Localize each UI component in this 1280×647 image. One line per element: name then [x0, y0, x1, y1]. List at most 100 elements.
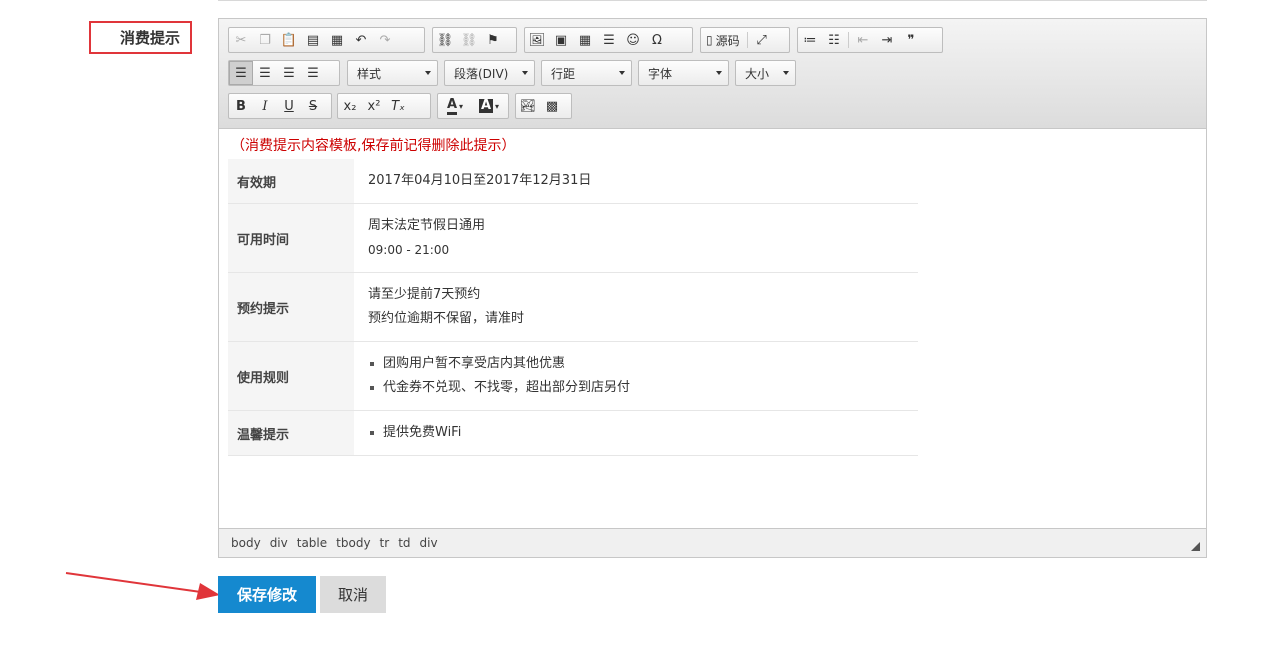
undo-icon[interactable]: ↶: [349, 28, 373, 52]
font-color-letter: A: [446, 97, 458, 115]
source-group: ▯ 源码 ⤢: [700, 27, 790, 53]
line-height-select-value: 行距: [551, 66, 576, 81]
path-item[interactable]: table: [297, 536, 327, 550]
line-height-select[interactable]: 行距: [541, 60, 632, 86]
qrcode-icon[interactable]: ▩: [540, 94, 564, 118]
table-row: 使用规则 团购用户暂不享受店内其他优惠 代金券不兑现、不找零，超出部分到店另付: [228, 341, 918, 411]
style-select-value: 样式: [357, 66, 382, 81]
value-line: 周末法定节假日通用: [368, 218, 486, 233]
list-item: 代金券不兑现、不找零，超出部分到店另付: [368, 376, 904, 400]
outdent-icon[interactable]: ⇤: [851, 28, 875, 52]
top-divider: [218, 0, 1207, 1]
row-value: 团购用户暂不享受店内其他优惠 代金券不兑现、不找零，超出部分到店另付: [354, 341, 918, 411]
paragraph-select-value: 段落(DIV): [454, 66, 509, 81]
font-color-button[interactable]: A ▾: [438, 94, 472, 118]
font-select-value: 字体: [648, 66, 673, 81]
path-item[interactable]: tbody: [336, 536, 370, 550]
row-value: 提供免费WiFi: [354, 410, 918, 456]
source-doc-icon: ▯: [706, 33, 713, 47]
bullet-list: 提供免费WiFi: [368, 421, 904, 445]
bold-button[interactable]: B: [229, 94, 253, 118]
special-char-icon[interactable]: Ω: [645, 28, 669, 52]
numbered-list-icon[interactable]: ≔: [798, 28, 822, 52]
image-icon[interactable]: 🖼: [525, 28, 549, 52]
remove-format-icon[interactable]: Tₓ: [386, 94, 410, 118]
blockquote-icon[interactable]: ❞: [899, 28, 923, 52]
font-select[interactable]: 字体: [638, 60, 729, 86]
element-path-bar: body div table tbody tr td div: [219, 528, 1206, 557]
superscript-icon[interactable]: x²: [362, 94, 386, 118]
source-button[interactable]: ▯ 源码: [701, 28, 745, 52]
value-line: 预约位逾期不保留，请准时: [368, 311, 525, 326]
redo-icon[interactable]: ↷: [373, 28, 397, 52]
script-group: x₂ x² Tₓ: [337, 93, 431, 119]
align-left-icon[interactable]: ☰: [229, 61, 253, 85]
paste-word-icon[interactable]: ▦: [325, 28, 349, 52]
unlink-icon[interactable]: ⛓: [457, 28, 481, 52]
maximize-icon[interactable]: ⤢: [750, 28, 774, 52]
indent-icon[interactable]: ⇥: [875, 28, 899, 52]
row-value: 2017年04月10日至2017年12月31日: [354, 159, 918, 204]
link-icon[interactable]: ⛓: [433, 28, 457, 52]
paste-text-icon[interactable]: ▤: [301, 28, 325, 52]
italic-button[interactable]: I: [253, 94, 277, 118]
bg-color-letter: A: [478, 98, 494, 113]
field-label-text: 消费提示: [119, 29, 180, 47]
resize-handle-icon[interactable]: [1191, 542, 1200, 551]
row-key: 有效期: [228, 159, 354, 204]
toolbar-separator: [848, 32, 849, 48]
cut-icon[interactable]: ✂: [229, 28, 253, 52]
row-value: 周末法定节假日通用 09:00 - 21:00: [354, 203, 918, 273]
underline-button[interactable]: U: [277, 94, 301, 118]
subscript-icon[interactable]: x₂: [338, 94, 362, 118]
list-group: ≔ ☷ ⇤ ⇥ ❞: [797, 27, 943, 53]
color-group: A ▾ A ▾: [437, 93, 509, 119]
align-justify-icon[interactable]: ☰: [301, 61, 325, 85]
path-item[interactable]: td: [398, 536, 410, 550]
save-button[interactable]: 保存修改: [218, 576, 316, 613]
row-key: 温馨提示: [228, 410, 354, 456]
row-value: 请至少提前7天预约 预约位逾期不保留，请准时: [354, 272, 918, 342]
path-item[interactable]: tr: [380, 536, 390, 550]
bulleted-list-icon[interactable]: ☷: [822, 28, 846, 52]
info-table: 有效期 2017年04月10日至2017年12月31日 可用时间 周末法定节假日…: [228, 159, 918, 456]
bullet-list: 团购用户暂不享受店内其他优惠 代金券不兑现、不找零，超出部分到店另付: [368, 352, 904, 400]
path-item[interactable]: body: [231, 536, 261, 550]
editor-content[interactable]: （消费提示内容模板,保存前记得删除此提示） 有效期 2017年04月10日至20…: [219, 129, 1206, 527]
bg-color-button[interactable]: A ▾: [472, 94, 506, 118]
path-item[interactable]: div: [420, 536, 438, 550]
strikethrough-button[interactable]: S: [301, 94, 325, 118]
table-icon[interactable]: ▦: [573, 28, 597, 52]
path-item[interactable]: div: [270, 536, 288, 550]
align-group: ☰ ☰ ☰ ☰: [228, 60, 340, 86]
insert-group: 🖼 ▣ ▦ ☰ ☺ Ω: [524, 27, 693, 53]
image-gallery-icon[interactable]: 🏞: [516, 94, 540, 118]
style-select[interactable]: 样式: [347, 60, 438, 86]
chevron-down-icon: [522, 71, 528, 75]
table-row: 有效期 2017年04月10日至2017年12月31日: [228, 159, 918, 204]
align-center-icon[interactable]: ☰: [253, 61, 277, 85]
list-item: 提供免费WiFi: [368, 421, 904, 445]
rich-text-editor[interactable]: ✂ ❐ 📋 ▤ ▦ ↶ ↷ ⛓ ⛓ ⚑ 🖼 ▣ ▦ ☰ ☺ Ω ▯ 源码 ⤢ ≔…: [218, 18, 1207, 558]
copy-icon[interactable]: ❐: [253, 28, 277, 52]
align-right-icon[interactable]: ☰: [277, 61, 301, 85]
caret-down-icon: ▾: [459, 101, 464, 111]
field-label-consume-tips: 消费提示: [89, 21, 192, 54]
value-line: 请至少提前7天预约: [368, 287, 481, 302]
flash-media-icon[interactable]: ▣: [549, 28, 573, 52]
horizontal-rule-icon[interactable]: ☰: [597, 28, 621, 52]
paragraph-select[interactable]: 段落(DIV): [444, 60, 535, 86]
smiley-icon[interactable]: ☺: [621, 28, 645, 52]
toolbar-separator: [746, 32, 748, 48]
table-row: 预约提示 请至少提前7天预约 预约位逾期不保留，请准时: [228, 272, 918, 342]
chevron-down-icon: [716, 71, 722, 75]
editor-toolbar: ✂ ❐ 📋 ▤ ▦ ↶ ↷ ⛓ ⛓ ⚑ 🖼 ▣ ▦ ☰ ☺ Ω ▯ 源码 ⤢ ≔…: [219, 19, 1206, 129]
cancel-button[interactable]: 取消: [320, 576, 386, 613]
row-key: 可用时间: [228, 203, 354, 273]
row-key: 使用规则: [228, 341, 354, 411]
caret-down-icon: ▾: [495, 101, 500, 111]
source-label: 源码: [715, 33, 740, 48]
paste-icon[interactable]: 📋: [277, 28, 301, 52]
size-select[interactable]: 大小: [735, 60, 796, 86]
anchor-flag-icon[interactable]: ⚑: [481, 28, 505, 52]
